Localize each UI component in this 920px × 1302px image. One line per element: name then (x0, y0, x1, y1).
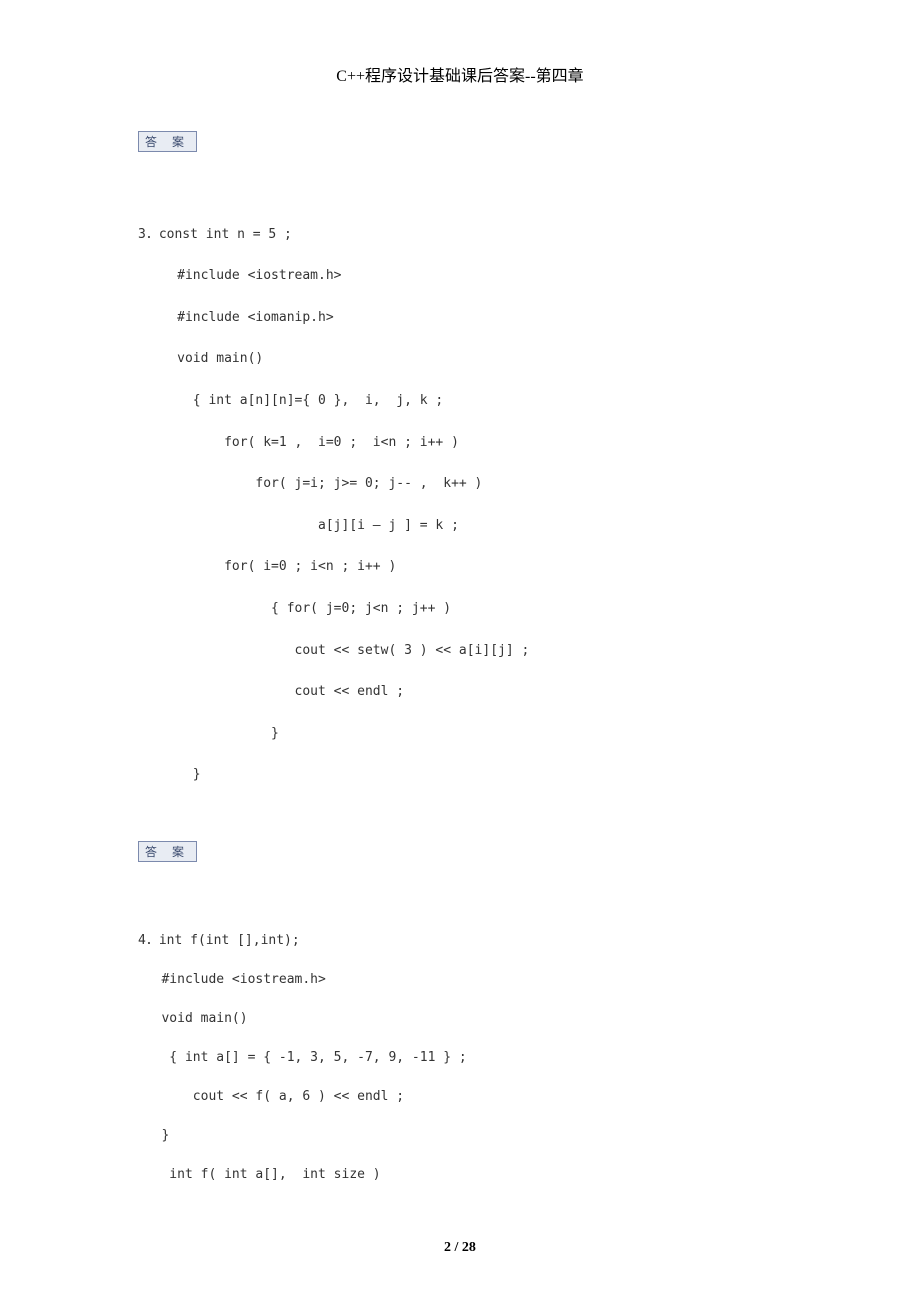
code-line: for( j=i; j>= 0; j-- , k++ ) (138, 476, 482, 491)
code-line: void main() (138, 351, 263, 366)
code-line: } (138, 1128, 169, 1143)
code-line: { int a[n][n]={ 0 }, i, j, k ; (138, 393, 443, 408)
code-line: int f( int a[], int size ) (138, 1167, 381, 1182)
code-line: 3．const int n = 5 ; (138, 227, 292, 242)
answer-badge-2: 答 案 (138, 841, 197, 862)
code-block-1: 3．const int n = 5 ; #include <iostream.h… (138, 172, 782, 796)
page-title: C++程序设计基础课后答案--第四章 (0, 0, 920, 86)
page-footer: 2 / 28 (0, 1240, 920, 1256)
code-line: #include <iostream.h> (138, 268, 342, 283)
code-line: cout << endl ; (138, 684, 404, 699)
code-line: cout << f( a, 6 ) << endl ; (138, 1089, 404, 1104)
answer-badge-1: 答 案 (138, 131, 197, 152)
code-line: #include <iostream.h> (138, 972, 326, 987)
code-line: void main() (138, 1011, 248, 1026)
code-line: #include <iomanip.h> (138, 310, 334, 325)
code-line: } (138, 726, 279, 741)
content-area: 答 案 3．const int n = 5 ; #include <iostre… (0, 86, 920, 1194)
code-line: { for( j=0; j<n ; j++ ) (138, 601, 451, 616)
code-line: } (138, 767, 201, 782)
code-line: 4．int f(int [],int); (138, 933, 300, 948)
code-line: { int a[] = { -1, 3, 5, -7, 9, -11 } ; (138, 1050, 467, 1065)
code-line: for( i=0 ; i<n ; i++ ) (138, 559, 396, 574)
code-line: a[j][i – j ] = k ; (138, 518, 459, 533)
code-line: cout << setw( 3 ) << a[i][j] ; (138, 643, 529, 658)
code-block-2: 4．int f(int [],int); #include <iostream.… (138, 882, 782, 1194)
code-line: for( k=1 , i=0 ; i<n ; i++ ) (138, 435, 459, 450)
